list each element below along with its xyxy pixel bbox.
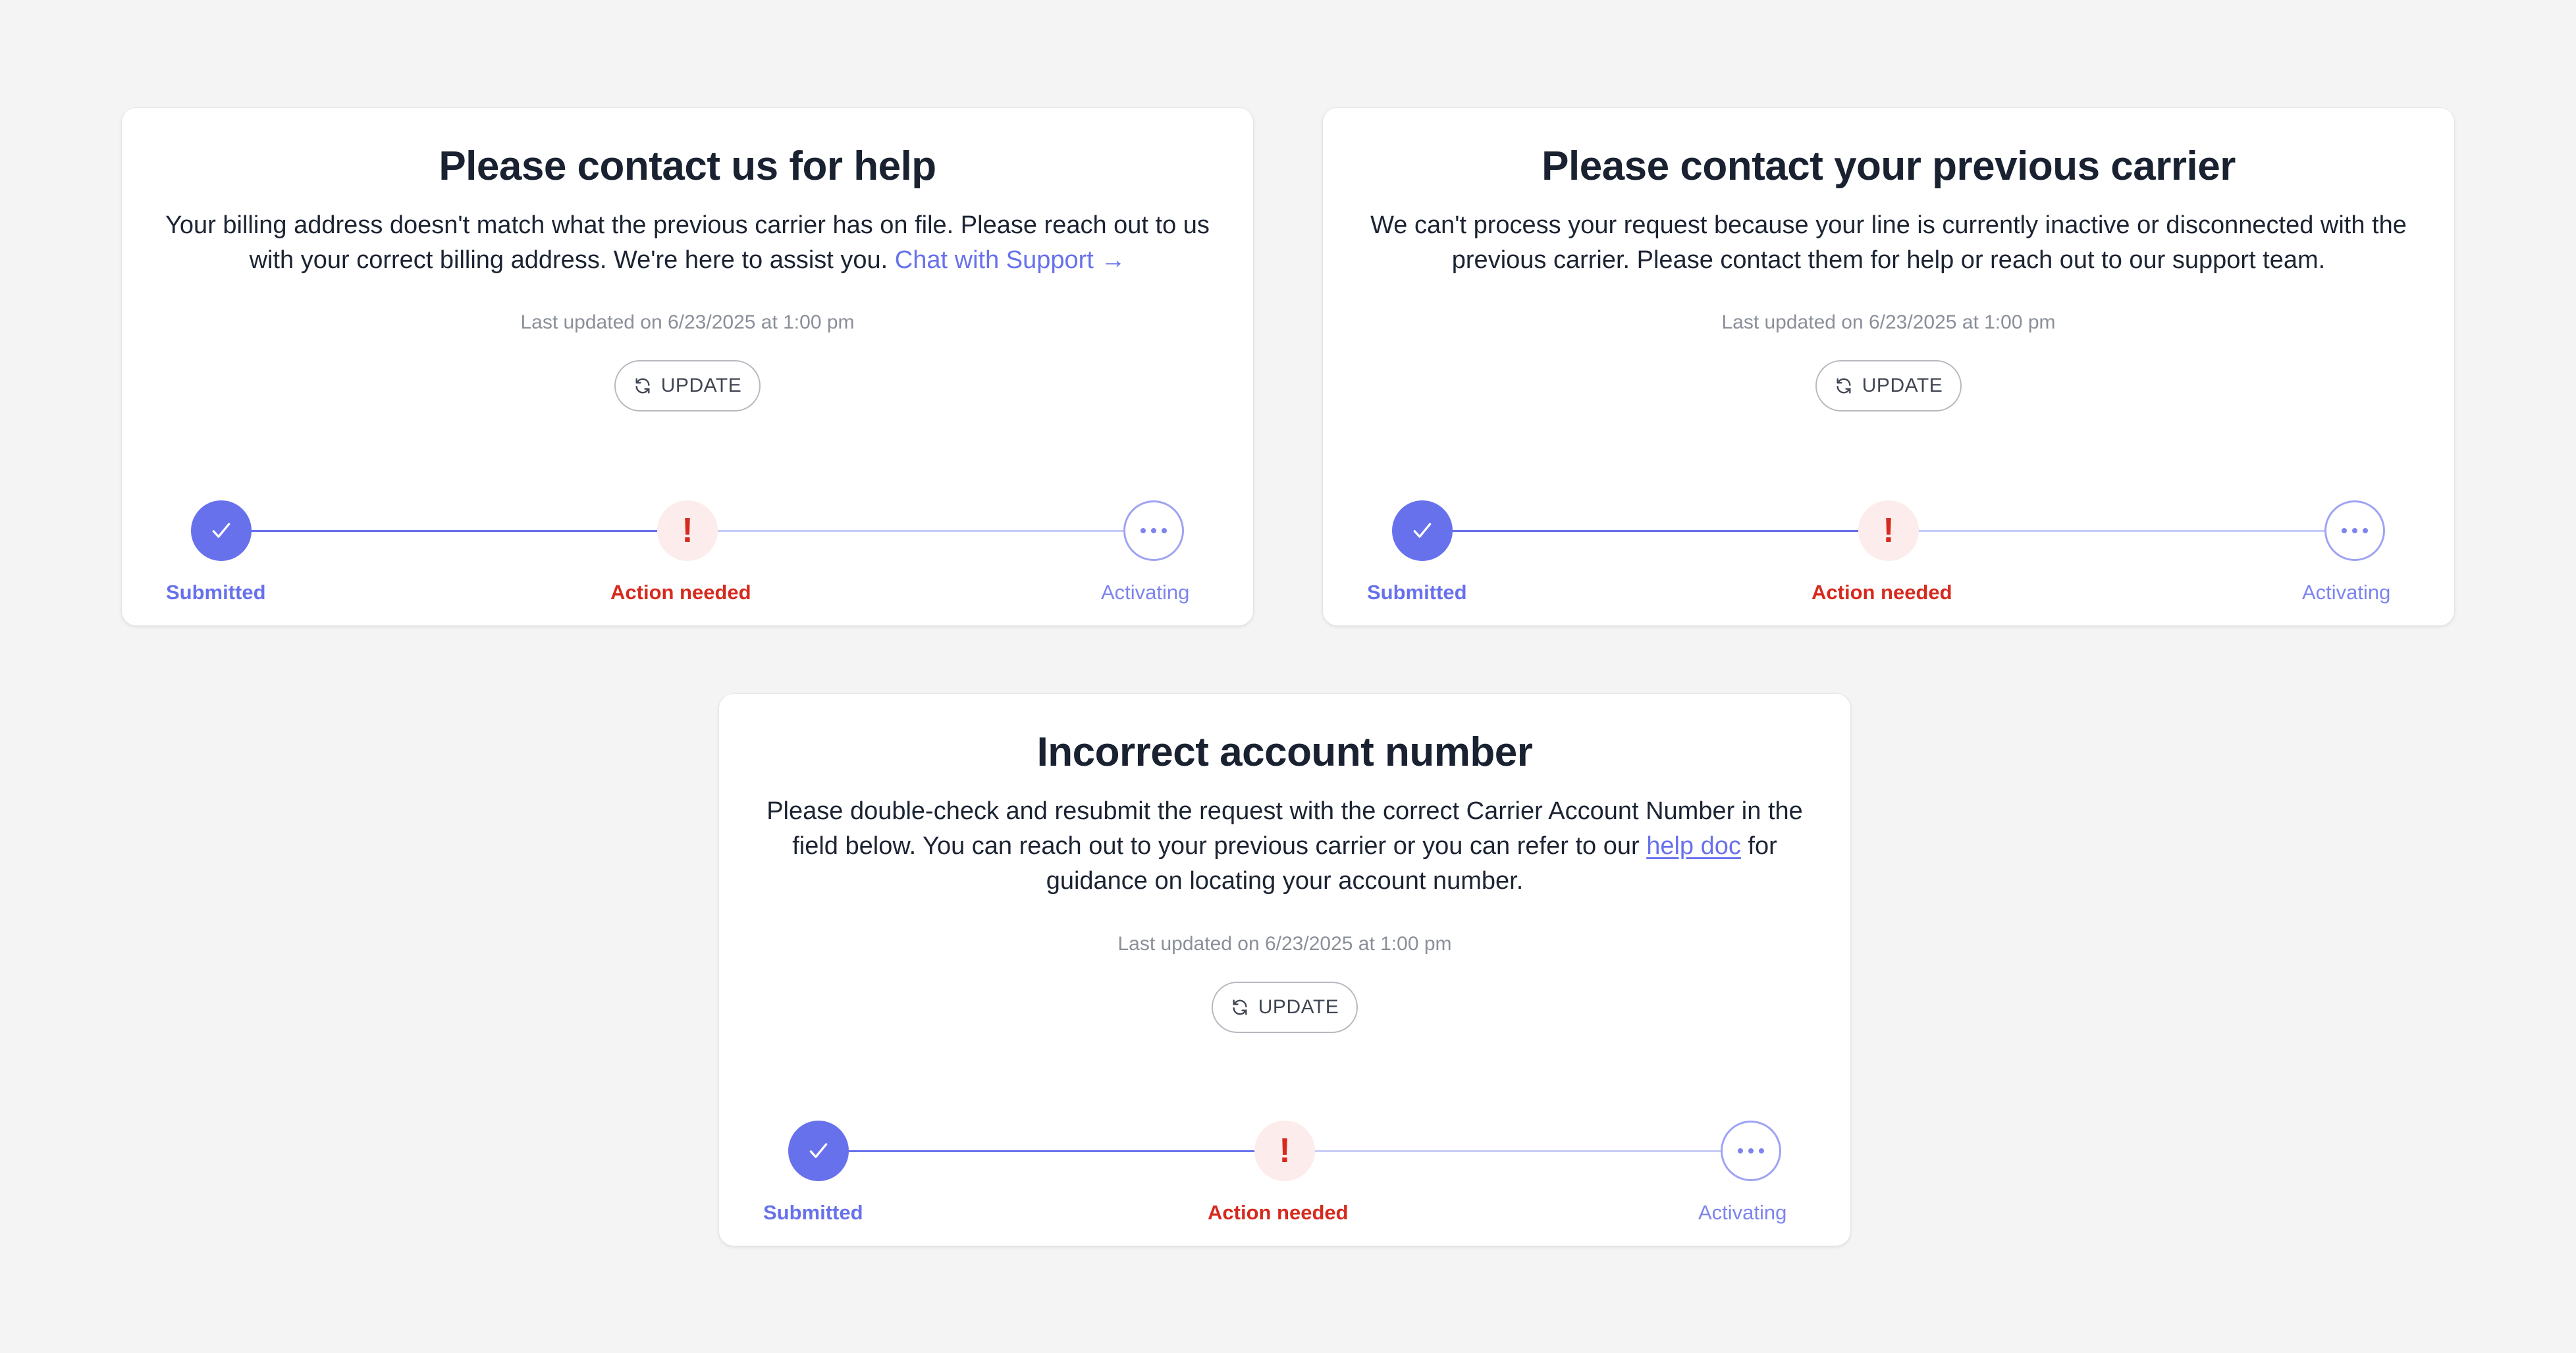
stepper-line-pending — [687, 530, 1154, 532]
card-message-text: We can't process your request because yo… — [1370, 211, 2407, 274]
update-button-label: UPDATE — [1258, 996, 1339, 1018]
progress-stepper: ! Submitted Action needed Activating — [1323, 467, 2454, 604]
card-title: Please contact your previous carrier — [1542, 144, 2236, 189]
exclamation-icon: ! — [1883, 512, 1894, 550]
card-message: We can't process your request because yo… — [1362, 208, 2415, 278]
last-updated-text: Last updated on 6/23/2025 at 1:00 pm — [1721, 311, 2056, 333]
step-action-needed-label: Action needed — [1208, 1201, 1349, 1224]
progress-stepper: ! Submitted Action needed Activating — [122, 467, 1253, 604]
card-title: Incorrect account number — [1036, 730, 1533, 775]
update-button-label: UPDATE — [660, 375, 742, 396]
step-submitted-indicator — [788, 1121, 849, 1181]
progress-stepper: ! Submitted Action needed Activating — [719, 1088, 1850, 1224]
chat-with-support-link[interactable]: Chat with Support → — [895, 246, 1126, 274]
step-action-needed-indicator: ! — [657, 500, 718, 561]
check-icon — [1413, 523, 1432, 538]
step-action-needed-label: Action needed — [610, 581, 751, 604]
check-icon — [809, 1143, 828, 1158]
card-title: Please contact us for help — [439, 144, 936, 189]
refresh-icon — [1837, 378, 1851, 394]
step-action-needed-indicator: ! — [1254, 1121, 1315, 1181]
status-card-contact-help: Please contact us for help Your billing … — [122, 108, 1253, 625]
exclamation-icon: ! — [1279, 1132, 1291, 1170]
update-button[interactable]: UPDATE — [614, 360, 761, 411]
exclamation-icon: ! — [682, 512, 693, 550]
step-action-needed-indicator: ! — [1858, 500, 1919, 561]
update-button-label: UPDATE — [1862, 375, 1943, 396]
step-submitted-label: Submitted — [763, 1201, 863, 1224]
step-activating-label: Activating — [2302, 581, 2391, 604]
status-card-contact-carrier: Please contact your previous carrier We … — [1323, 108, 2454, 625]
step-activating-indicator — [2324, 500, 2385, 561]
step-submitted-label: Submitted — [166, 581, 266, 604]
card-message: Your billing address doesn't match what … — [161, 208, 1214, 278]
status-card-incorrect-account: Incorrect account number Please double-c… — [719, 694, 1850, 1246]
step-action-needed-label: Action needed — [1811, 581, 1952, 604]
card-message: Please double-check and resubmit the req… — [765, 794, 1804, 899]
update-button[interactable]: UPDATE — [1212, 982, 1358, 1033]
stepper-line-completed — [221, 530, 687, 532]
step-submitted-indicator — [191, 500, 252, 561]
step-activating-indicator — [1123, 500, 1184, 561]
stepper-line-completed — [1422, 530, 1889, 532]
refresh-icon — [635, 378, 650, 394]
update-button[interactable]: UPDATE — [1815, 360, 1962, 411]
refresh-icon — [1233, 999, 1247, 1015]
step-submitted-label: Submitted — [1367, 581, 1467, 604]
step-activating-indicator — [1721, 1121, 1781, 1181]
more-dots-icon — [2342, 528, 2368, 533]
step-activating-label: Activating — [1101, 581, 1190, 604]
step-activating-label: Activating — [1698, 1201, 1787, 1224]
stepper-line-pending — [1285, 1150, 1751, 1152]
more-dots-icon — [1140, 528, 1167, 533]
last-updated-text: Last updated on 6/23/2025 at 1:00 pm — [520, 311, 855, 333]
last-updated-text: Last updated on 6/23/2025 at 1:00 pm — [1117, 933, 1452, 955]
step-submitted-indicator — [1392, 500, 1453, 561]
more-dots-icon — [1738, 1148, 1764, 1154]
stepper-line-completed — [818, 1150, 1285, 1152]
check-icon — [212, 523, 230, 538]
stepper-line-pending — [1889, 530, 2355, 532]
help-doc-link[interactable]: help doc — [1646, 832, 1741, 860]
